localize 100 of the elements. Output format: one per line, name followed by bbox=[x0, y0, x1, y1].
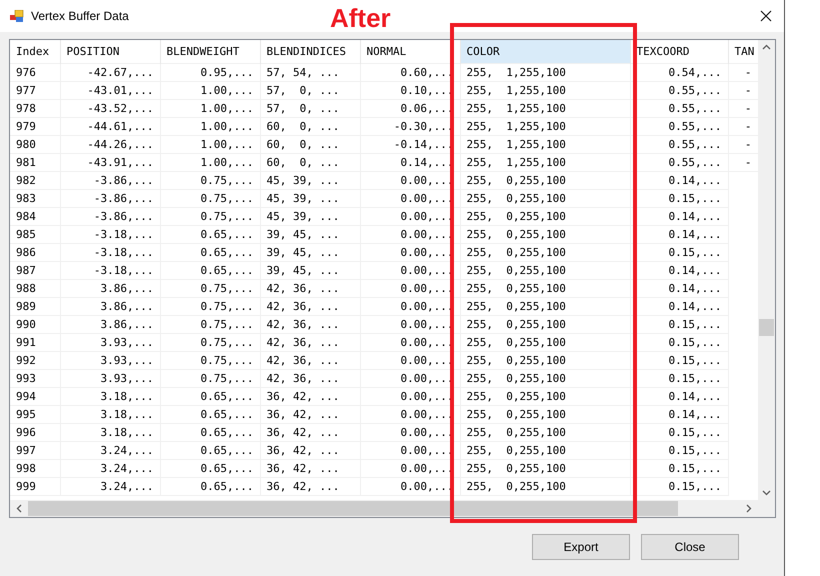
table-cell: 989 bbox=[10, 298, 60, 316]
table-cell: 255, 1,255,100 bbox=[460, 100, 630, 118]
table-cell: 60, 0, ... bbox=[260, 136, 360, 154]
table-cell: 3.18,... bbox=[60, 424, 160, 442]
table-cell: 0.14,... bbox=[630, 208, 728, 226]
table-cell: 979 bbox=[10, 118, 60, 136]
table-cell: -0.30,... bbox=[360, 118, 460, 136]
table-cell: 0.65,... bbox=[160, 244, 260, 262]
table-cell: -3.86,... bbox=[60, 208, 160, 226]
table-cell: 0.65,... bbox=[160, 388, 260, 406]
column-header[interactable]: NORMAL bbox=[360, 40, 460, 64]
table-cell: -42.67,... bbox=[60, 64, 160, 82]
table-cell: 0.15,... bbox=[630, 460, 728, 478]
table-cell: -3.18,... bbox=[60, 244, 160, 262]
table-cell: 255, 0,255,100 bbox=[460, 334, 630, 352]
table-cell: 0.75,... bbox=[160, 280, 260, 298]
table-cell: 0.15,... bbox=[630, 244, 728, 262]
table-cell: 977 bbox=[10, 82, 60, 100]
table-cell: -3.18,... bbox=[60, 262, 160, 280]
column-header[interactable]: TAN bbox=[728, 40, 758, 64]
scroll-down-icon[interactable] bbox=[762, 490, 771, 496]
table-cell: 255, 0,255,100 bbox=[460, 208, 630, 226]
table-cell: -3.86,... bbox=[60, 172, 160, 190]
table-cell: 57, 54, ... bbox=[260, 64, 360, 82]
table-cell: 999 bbox=[10, 478, 60, 496]
scroll-left-icon[interactable] bbox=[16, 504, 22, 513]
column-header[interactable]: COLOR bbox=[460, 40, 630, 64]
column-header[interactable]: POSITION bbox=[60, 40, 160, 64]
column-header[interactable]: TEXCOORD bbox=[630, 40, 728, 64]
table-cell: 0.75,... bbox=[160, 316, 260, 334]
table-cell: 0.00,... bbox=[360, 226, 460, 244]
table-cell: 3.86,... bbox=[60, 316, 160, 334]
vertical-scrollbar[interactable] bbox=[758, 40, 775, 500]
table-cell: 36, 42, ... bbox=[260, 388, 360, 406]
table-cell: 3.86,... bbox=[60, 298, 160, 316]
scroll-up-icon[interactable] bbox=[762, 44, 771, 50]
table-cell: -3.86,... bbox=[60, 190, 160, 208]
table-cell: 980 bbox=[10, 136, 60, 154]
table-cell: 0.15,... bbox=[630, 478, 728, 496]
table-cell: 36, 42, ... bbox=[260, 406, 360, 424]
table-cell: 1.00,... bbox=[160, 154, 260, 172]
table-cell: 255, 0,255,100 bbox=[460, 262, 630, 280]
table-cell: 0.65,... bbox=[160, 442, 260, 460]
table-cell: 996 bbox=[10, 424, 60, 442]
table-cell: 39, 45, ... bbox=[260, 244, 360, 262]
table-cell: 42, 36, ... bbox=[260, 352, 360, 370]
table-cell: 994 bbox=[10, 388, 60, 406]
table-cell: 3.24,... bbox=[60, 442, 160, 460]
table-cell: 0.00,... bbox=[360, 370, 460, 388]
table-cell: 0.00,... bbox=[360, 208, 460, 226]
table-cell: 0.55,... bbox=[630, 118, 728, 136]
table-cell: 0.00,... bbox=[360, 190, 460, 208]
table-cell: 39, 45, ... bbox=[260, 262, 360, 280]
table-cell: -44.61,... bbox=[60, 118, 160, 136]
horizontal-scrollbar[interactable] bbox=[10, 500, 775, 517]
table-cell: 255, 1,255,100 bbox=[460, 118, 630, 136]
table-cell: 42, 36, ... bbox=[260, 298, 360, 316]
table-cell: 0.00,... bbox=[360, 406, 460, 424]
table-cell: 0.00,... bbox=[360, 442, 460, 460]
table-cell: 985 bbox=[10, 226, 60, 244]
table-cell: 255, 1,255,100 bbox=[460, 136, 630, 154]
table-cell: 0.65,... bbox=[160, 478, 260, 496]
table-cell: 0.06,... bbox=[360, 100, 460, 118]
export-button[interactable]: Export bbox=[532, 534, 630, 560]
table-cell: -3.18,... bbox=[60, 226, 160, 244]
scroll-right-icon[interactable] bbox=[746, 504, 752, 513]
table-cell: -43.91,... bbox=[60, 154, 160, 172]
table-cell: -43.01,... bbox=[60, 82, 160, 100]
table-cell: 42, 36, ... bbox=[260, 280, 360, 298]
table-cell: 3.93,... bbox=[60, 352, 160, 370]
table-cell: 255, 0,255,100 bbox=[460, 172, 630, 190]
close-button[interactable]: Close bbox=[641, 534, 739, 560]
table-cell: 0.65,... bbox=[160, 424, 260, 442]
table-cell: 57, 0, ... bbox=[260, 100, 360, 118]
table-cell: 255, 0,255,100 bbox=[460, 316, 630, 334]
column-header[interactable]: BLENDWEIGHT bbox=[160, 40, 260, 64]
table-cell: 991 bbox=[10, 334, 60, 352]
scrollbar-thumb[interactable] bbox=[759, 319, 774, 336]
table-cell: 0.10,... bbox=[360, 82, 460, 100]
table-cell: 255, 0,255,100 bbox=[460, 244, 630, 262]
table-cell: 36, 42, ... bbox=[260, 424, 360, 442]
table-cell: 255, 1,255,100 bbox=[460, 82, 630, 100]
close-icon[interactable] bbox=[760, 10, 772, 22]
table-cell: 986 bbox=[10, 244, 60, 262]
scrollbar-thumb[interactable] bbox=[28, 501, 678, 516]
table-cell: 255, 1,255,100 bbox=[460, 154, 630, 172]
table-cell: 45, 39, ... bbox=[260, 208, 360, 226]
window-title: Vertex Buffer Data bbox=[31, 9, 129, 23]
table-cell: 992 bbox=[10, 352, 60, 370]
table-cell: 3.86,... bbox=[60, 280, 160, 298]
table-cell: 42, 36, ... bbox=[260, 370, 360, 388]
table-cell: 0.15,... bbox=[630, 442, 728, 460]
table-cell: 60, 0, ... bbox=[260, 154, 360, 172]
table-cell: 255, 0,255,100 bbox=[460, 190, 630, 208]
table-cell: 255, 1,255,100 bbox=[460, 64, 630, 82]
table-cell: 0.15,... bbox=[630, 352, 728, 370]
table-cell: 0.75,... bbox=[160, 172, 260, 190]
column-header[interactable]: Index bbox=[10, 40, 60, 64]
column-header[interactable]: BLENDINDICES bbox=[260, 40, 360, 64]
table-cell: 995 bbox=[10, 406, 60, 424]
